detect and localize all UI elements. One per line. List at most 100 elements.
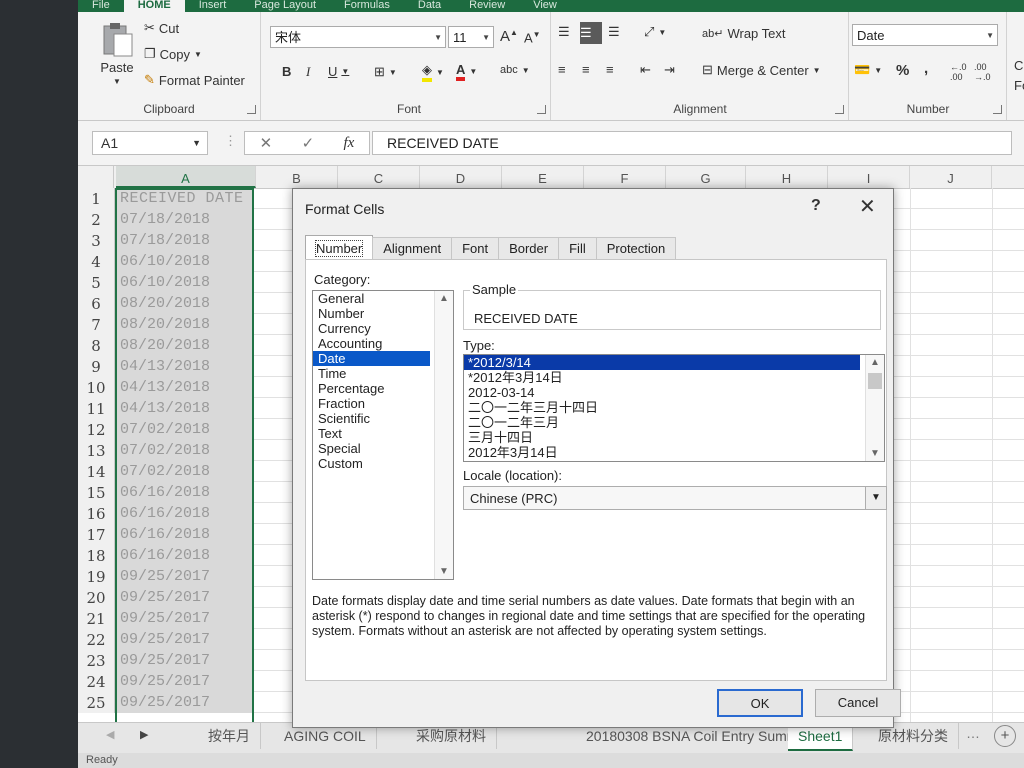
category-item[interactable]: Fraction: [313, 396, 430, 411]
row-number[interactable]: 4: [78, 251, 115, 272]
row-number[interactable]: 3: [78, 230, 115, 251]
decrease-indent-button[interactable]: ⇤: [640, 62, 651, 78]
ribbon-tab-review[interactable]: Review: [455, 0, 519, 12]
more-sheets-icon[interactable]: …: [966, 725, 980, 741]
conditional-formatting-partial[interactable]: CFo: [1014, 56, 1024, 96]
scroll-up-icon[interactable]: ▲: [435, 293, 453, 304]
scroll-down-icon[interactable]: ▼: [435, 566, 453, 577]
ribbon-tab-view[interactable]: View: [519, 0, 571, 12]
row-number[interactable]: 20: [78, 587, 115, 608]
category-list[interactable]: General Number Currency Accounting Date Time P…: [312, 290, 454, 580]
type-item[interactable]: *2012/3/14: [464, 355, 860, 370]
type-scroll-down-icon[interactable]: ▼: [866, 448, 884, 459]
cell-a[interactable]: 07/02/2018: [116, 440, 254, 461]
row-number[interactable]: 13: [78, 440, 115, 461]
tab-font[interactable]: Font: [451, 237, 500, 259]
row-number[interactable]: 21: [78, 608, 115, 629]
type-item[interactable]: 二〇一二年三月十四日: [464, 400, 860, 415]
cell-a[interactable]: 07/02/2018: [116, 419, 254, 440]
scroll-next-sheet-icon[interactable]: ▶: [140, 728, 148, 741]
row-number[interactable]: 25: [78, 692, 115, 713]
tab-number[interactable]: Number: [305, 235, 374, 259]
locale-select[interactable]: Chinese (PRC) ▼: [463, 486, 887, 510]
ribbon-tab-home[interactable]: HOME: [123, 0, 185, 12]
column-header-e[interactable]: E: [502, 166, 584, 188]
ribbon-tab-page-layout[interactable]: Page Layout: [240, 0, 330, 12]
row-number[interactable]: 22: [78, 629, 115, 650]
cell-a[interactable]: 09/25/2017: [116, 608, 254, 629]
fill-color-button[interactable]: ◈ ▼: [422, 62, 444, 82]
name-box[interactable]: A1 ▼: [92, 131, 208, 155]
align-right-button[interactable]: ≡: [606, 62, 614, 77]
cell-a[interactable]: 09/25/2017: [116, 566, 254, 587]
type-scroll-up-icon[interactable]: ▲: [866, 357, 884, 368]
help-icon[interactable]: ?: [811, 197, 821, 215]
decrease-decimal-button[interactable]: .00 →.0: [974, 62, 991, 82]
row-number[interactable]: 9: [78, 356, 115, 377]
row-number[interactable]: 17: [78, 524, 115, 545]
type-item[interactable]: 2012-03-14: [464, 385, 860, 400]
column-header-g[interactable]: G: [666, 166, 746, 188]
ribbon-tab-insert[interactable]: Insert: [185, 0, 241, 12]
cell-a[interactable]: 06/16/2018: [116, 482, 254, 503]
format-painter-button[interactable]: ✎ Format Painter: [144, 72, 245, 88]
cell-a[interactable]: 04/13/2018: [116, 356, 254, 377]
number-dialog-launcher[interactable]: [993, 105, 1002, 114]
tab-alignment[interactable]: Alignment: [372, 237, 453, 259]
wrap-text-button[interactable]: ab↵ Wrap Text: [702, 26, 786, 41]
category-scrollbar[interactable]: ▲ ▼: [434, 291, 453, 579]
column-header-h[interactable]: H: [746, 166, 828, 188]
comma-style-button[interactable]: ,: [924, 60, 928, 77]
top-align-button[interactable]: ☰: [558, 24, 570, 40]
cell-a[interactable]: 09/25/2017: [116, 650, 254, 671]
row-number[interactable]: 14: [78, 461, 115, 482]
paste-button[interactable]: Paste ▼: [100, 22, 134, 86]
cell-a[interactable]: 06/16/2018: [116, 545, 254, 566]
row-number[interactable]: 10: [78, 377, 115, 398]
row-number[interactable]: 16: [78, 503, 115, 524]
cell-a[interactable]: 04/13/2018: [116, 377, 254, 398]
tab-border[interactable]: Border: [498, 237, 560, 259]
cell-a[interactable]: 09/25/2017: [116, 671, 254, 692]
ribbon-tab-data[interactable]: Data: [404, 0, 455, 12]
sheet-tab[interactable]: 按年月: [198, 723, 261, 749]
column-header-d[interactable]: D: [420, 166, 502, 188]
new-sheet-icon[interactable]: +: [994, 725, 1016, 747]
cell-a[interactable]: 06/10/2018: [116, 272, 254, 293]
align-center-button[interactable]: ≡: [582, 62, 590, 77]
percent-style-button[interactable]: %: [896, 62, 909, 79]
row-number[interactable]: 7: [78, 314, 115, 335]
cell-a[interactable]: 08/20/2018: [116, 293, 254, 314]
number-format-box[interactable]: Date ▼: [852, 24, 998, 46]
cell-a[interactable]: 07/18/2018: [116, 209, 254, 230]
row-number[interactable]: 15: [78, 482, 115, 503]
row-number[interactable]: 24: [78, 671, 115, 692]
cell-a[interactable]: 06/16/2018: [116, 503, 254, 524]
cell-a[interactable]: 06/16/2018: [116, 524, 254, 545]
scroll-first-sheet-icon[interactable]: ◀: [106, 728, 114, 741]
type-item[interactable]: 2012年3月14日: [464, 445, 860, 460]
copy-button[interactable]: ❐ Copy ▼: [144, 46, 202, 62]
alignment-dialog-launcher[interactable]: [835, 105, 844, 114]
cell-a[interactable]: 09/25/2017: [116, 629, 254, 650]
bold-button[interactable]: B: [282, 64, 291, 79]
column-header-f[interactable]: F: [584, 166, 666, 188]
accounting-format-button[interactable]: 💳 ▼: [854, 62, 882, 78]
confirm-entry-icon[interactable]: ✓: [302, 134, 315, 152]
bottom-align-button[interactable]: ☰: [608, 24, 620, 40]
row-number[interactable]: 1: [78, 188, 115, 209]
font-name-box[interactable]: 宋体 ▼: [270, 26, 446, 48]
insert-function-icon[interactable]: fx: [343, 135, 354, 152]
category-item[interactable]: Accounting: [313, 336, 430, 351]
cell-a[interactable]: 08/20/2018: [116, 314, 254, 335]
increase-font-button[interactable]: A▲: [500, 28, 518, 45]
row-number[interactable]: 12: [78, 419, 115, 440]
row-number[interactable]: 19: [78, 566, 115, 587]
cell-a[interactable]: RECEIVED DATE: [116, 188, 254, 209]
font-color-button[interactable]: A ▼: [456, 62, 477, 81]
column-header-j[interactable]: J: [910, 166, 992, 188]
column-header-i[interactable]: I: [828, 166, 910, 188]
ribbon-tab-formulas[interactable]: Formulas: [330, 0, 404, 12]
merge-center-button[interactable]: ⊟ Merge & Center ▼: [702, 62, 821, 78]
category-item[interactable]: Custom: [313, 456, 430, 471]
